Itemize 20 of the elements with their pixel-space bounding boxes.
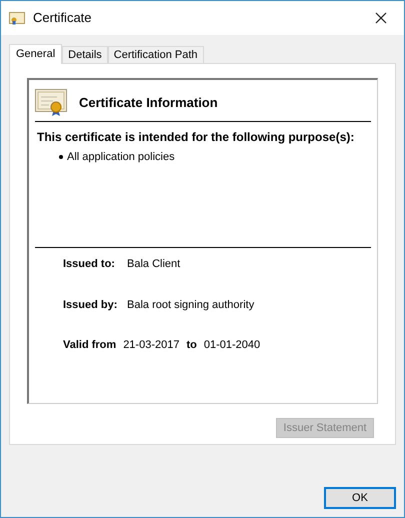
field-value: Bala Client bbox=[127, 257, 180, 272]
section-heading: Certificate Information bbox=[79, 94, 218, 112]
ok-button[interactable]: OK bbox=[324, 487, 396, 509]
field-label: Issued by: bbox=[63, 298, 118, 312]
field-label: to bbox=[186, 338, 197, 353]
tab[interactable]: Details bbox=[62, 46, 108, 63]
close-icon bbox=[375, 12, 387, 24]
date-value: 21-03-2017 bbox=[123, 338, 180, 353]
field-value: Bala root signing authority bbox=[127, 298, 254, 312]
date-value: 01-01-2040 bbox=[204, 338, 260, 353]
certificate-icon bbox=[9, 11, 25, 25]
certificate-icon bbox=[35, 88, 67, 116]
purpose-item: All application policies bbox=[67, 150, 175, 165]
field-label: Issued to: bbox=[63, 257, 116, 272]
field-label: Valid from bbox=[63, 338, 116, 353]
bullet-icon bbox=[59, 155, 63, 160]
window-title: Certificate bbox=[33, 9, 92, 28]
purpose-heading: This certificate is intended for the following purpose(s): bbox=[37, 129, 356, 146]
tab[interactable]: General bbox=[9, 44, 62, 64]
tab[interactable]: Certification Path bbox=[108, 46, 204, 63]
